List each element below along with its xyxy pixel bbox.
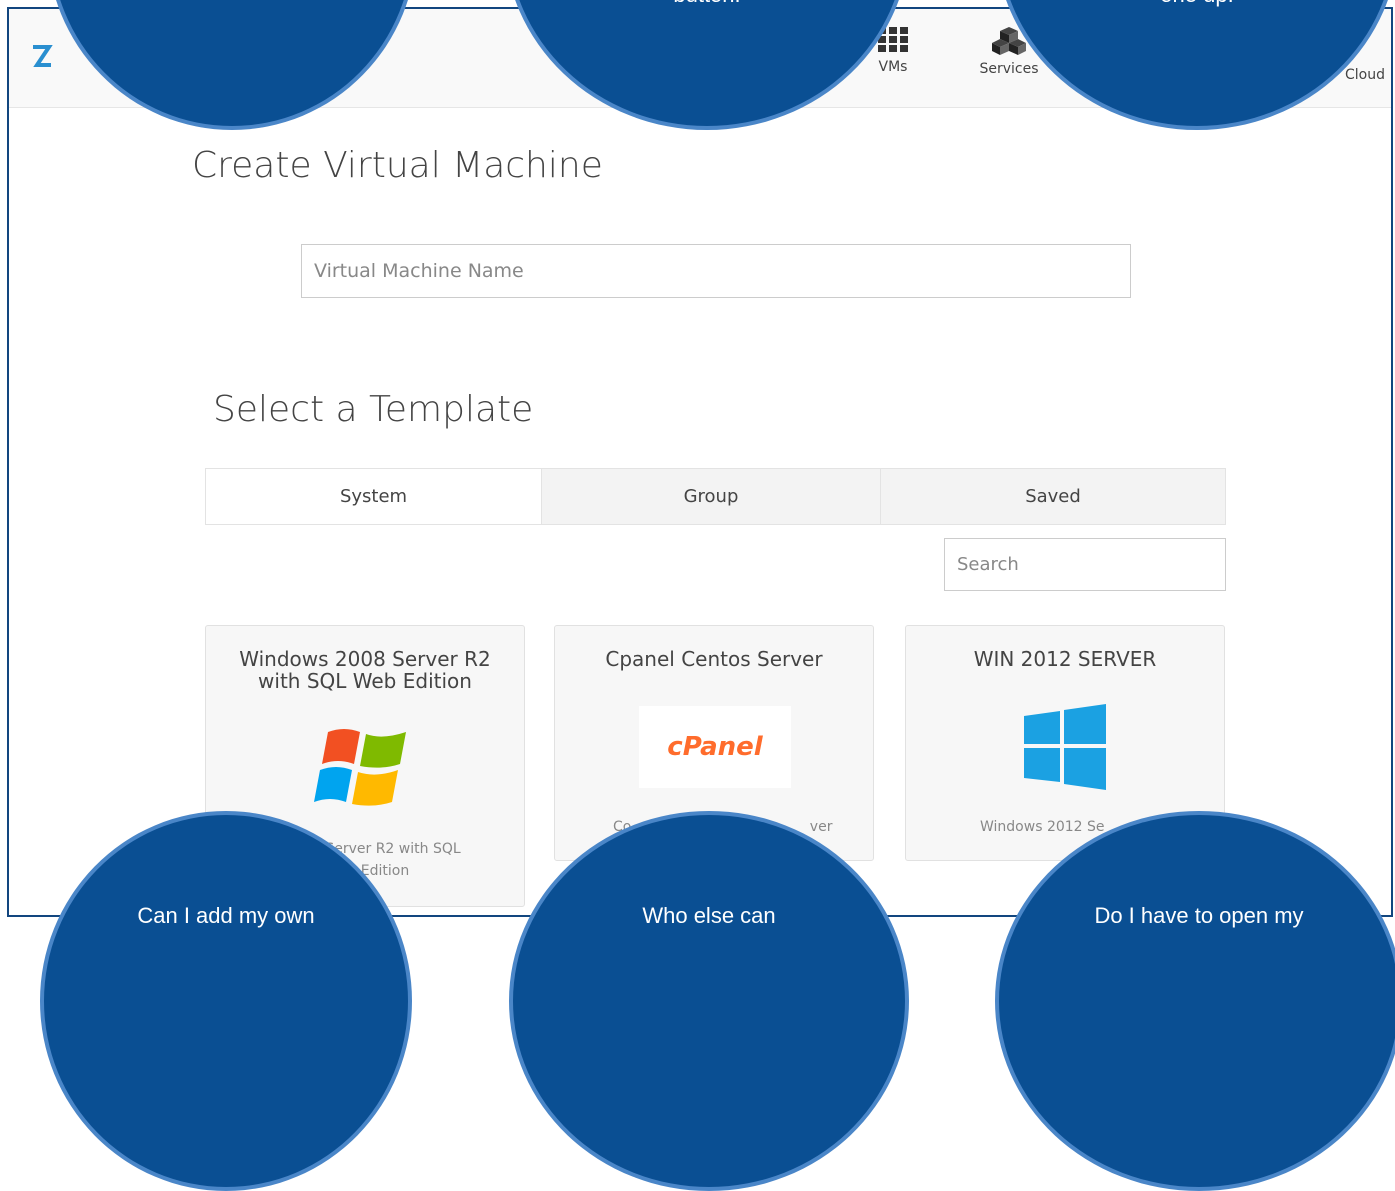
callout-text: Do I have to open my — [1094, 903, 1304, 928]
template-card-description-line: ver — [809, 819, 833, 835]
nav-item-label: VMs — [878, 59, 908, 75]
callout-text: Can I add my own — [137, 903, 315, 928]
tab-system[interactable]: System — [206, 469, 542, 524]
tab-group[interactable]: Group — [542, 469, 881, 524]
template-card-title: WIN 2012 SERVER — [973, 647, 1157, 671]
app-frame: VMs Services Cloud Create Virtual Machin… — [7, 7, 1393, 917]
nav-item-cloud[interactable]: Cloud — [1345, 67, 1391, 83]
callout-bubble-bottom-right: Do I have to open my — [995, 811, 1395, 1191]
windows-xp-logo-icon — [314, 729, 406, 806]
callout-bubble-bottom-left: Can I add my own — [40, 811, 412, 1191]
page-title: Create Virtual Machine — [192, 145, 603, 186]
callout-text: button! — [508, 0, 906, 8]
cpanel-logo-icon: cPanel — [639, 706, 791, 788]
callout-bubble-bottom-center: Who else can — [509, 811, 909, 1191]
template-card-title: Cpanel Centos Server — [605, 647, 823, 671]
template-tabs: System Group Saved — [205, 468, 1226, 525]
nav-item-label: Cloud — [1345, 67, 1385, 83]
windows-8-logo-icon — [1024, 704, 1106, 790]
template-card-title: Windows 2008 Server R2 with SQL Web Edit… — [239, 647, 491, 693]
nav-item-label: Services — [979, 61, 1039, 77]
brand-logo-icon[interactable] — [31, 43, 53, 69]
template-search-input[interactable] — [944, 538, 1226, 591]
cpanel-logo-text: cPanel — [667, 732, 763, 762]
vm-name-input[interactable] — [301, 244, 1131, 298]
template-heading: Select a Template — [213, 389, 534, 430]
callout-text: Who else can — [642, 903, 776, 928]
callout-text: one up. — [999, 0, 1395, 8]
tab-saved[interactable]: Saved — [881, 469, 1225, 524]
